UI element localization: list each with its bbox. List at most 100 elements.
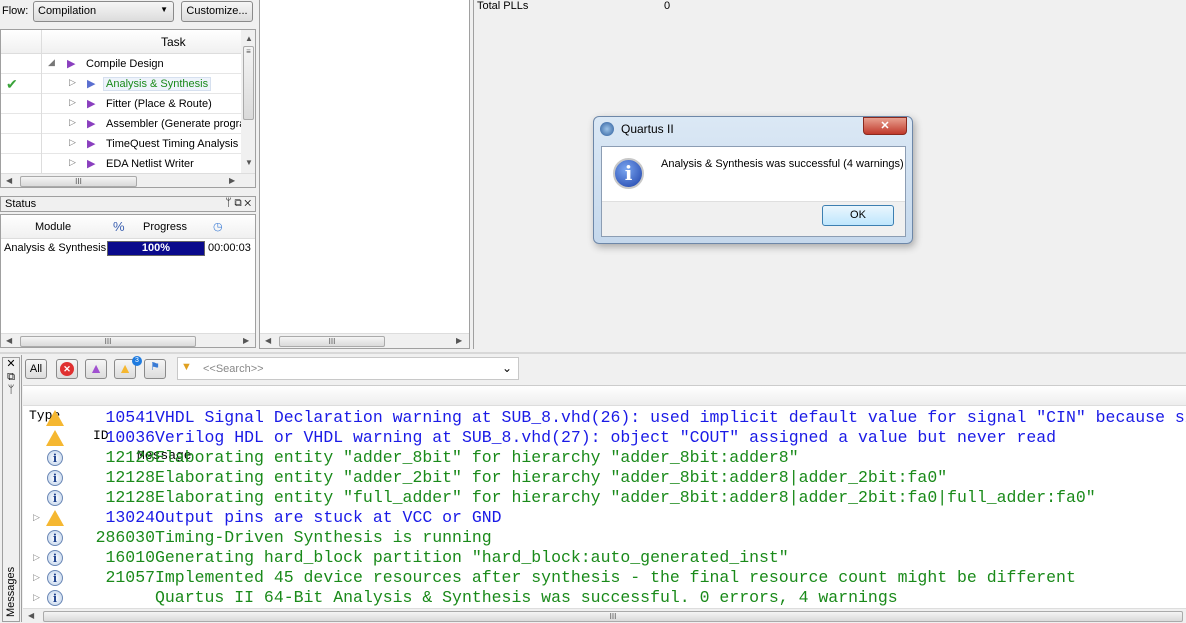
dialog-close-button[interactable]: ✕: [863, 117, 907, 135]
info-icon: i: [47, 590, 63, 606]
message-text: Timing-Driven Synthesis is running: [155, 528, 492, 547]
message-row[interactable]: i 12128 Elaborating entity "adder_2bit" fo…: [1, 468, 1186, 488]
info-icon: i: [47, 470, 63, 486]
col-progress: Progress: [143, 221, 188, 233]
message-row[interactable]: 10541 VHDL Signal Declaration warning at …: [1, 408, 1186, 428]
play-icon[interactable]: ▶: [67, 57, 75, 70]
play-icon[interactable]: ▶: [87, 157, 95, 170]
task-label: Fitter (Place & Route): [106, 98, 212, 110]
message-row[interactable]: i 286030 Timing-Driven Synthesis is runnin…: [1, 528, 1186, 548]
expand-arrow-icon[interactable]: ▷: [69, 117, 76, 128]
info-icon: i: [613, 158, 644, 189]
expand-arrow-icon[interactable]: ▷: [33, 568, 40, 588]
message-text: Implemented 45 device resources after sy…: [155, 568, 1076, 587]
progress-fill: 100%: [108, 242, 204, 255]
task-item[interactable]: ▷ ▶ TimeQuest Timing Analysis: [1, 134, 241, 154]
filter-all-button[interactable]: All: [25, 359, 47, 379]
filter-funnel-icon: ▼: [181, 361, 192, 373]
message-id: 286030: [95, 528, 155, 547]
message-row[interactable]: 10036 Verilog HDL or VHDL warning at SUB_…: [1, 428, 1186, 448]
task-item[interactable]: ◢ ▶ Compile Design: [1, 54, 241, 74]
message-id: 10036: [105, 428, 155, 447]
task-item[interactable]: ▷ ▶ Assembler (Generate programming files): [1, 114, 255, 134]
play-icon[interactable]: ▶: [87, 97, 95, 110]
col-module: Module: [35, 221, 72, 233]
expand-arrow-icon[interactable]: ▷: [69, 157, 76, 168]
task-label: TimeQuest Timing Analysis: [106, 138, 239, 150]
check-icon: ✔: [6, 76, 18, 92]
report-value: 0: [664, 0, 671, 12]
search-placeholder: <<Search>>: [203, 363, 264, 375]
status-hscrollbar[interactable]: ◀ III ▶: [1, 333, 255, 347]
flow-select[interactable]: Compilation ▼: [33, 1, 174, 22]
info-icon: i: [47, 550, 63, 566]
expand-arrow-icon[interactable]: ▷: [69, 77, 76, 88]
message-id: 10541: [105, 408, 155, 427]
message-row[interactable]: ▷ i 16010 Generating hard_block partition "…: [1, 548, 1186, 568]
expand-arrow-icon[interactable]: ▷: [33, 508, 40, 528]
collapse-arrow-icon[interactable]: ◢: [48, 57, 55, 68]
play-icon[interactable]: ▶: [87, 117, 95, 130]
quartus-logo-icon: [600, 122, 614, 136]
task-label: Compile Design: [86, 58, 164, 70]
message-hscrollbar[interactable]: ◀ III: [23, 608, 1186, 623]
message-id: 12128: [105, 488, 155, 507]
flow-value: Compilation: [38, 5, 97, 17]
warning-icon: [46, 430, 64, 446]
task-hscrollbar[interactable]: ◀ III ▶: [1, 173, 255, 187]
task-label: Assembler (Generate programming files): [106, 118, 255, 130]
task-label: Analysis & Synthesis: [102, 77, 212, 91]
clock-icon: ◷: [213, 221, 223, 233]
message-text: Quartus II 64-Bit Analysis & Synthesis w…: [155, 588, 898, 607]
expand-arrow-icon[interactable]: ▷: [69, 97, 76, 108]
task-item[interactable]: ✔ ▷ ▶ Analysis & Synthesis: [1, 74, 241, 94]
message-row[interactable]: i 12128 Elaborating entity "adder_8bit" fo…: [1, 448, 1186, 468]
message-row[interactable]: i 12128 Elaborating entity "full_adder" fo…: [1, 488, 1186, 508]
task-item[interactable]: ▷ ▶ EDA Netlist Writer: [1, 154, 241, 174]
expand-arrow-icon[interactable]: ▷: [33, 588, 40, 608]
pin-float-close-icons[interactable]: ᛘ ⧉ ✕: [225, 197, 251, 209]
message-row[interactable]: ▷ 13024 Output pins are stuck at VCC or GN…: [1, 508, 1186, 528]
message-row[interactable]: ▷ i 21057 Implemented 45 device resources a…: [1, 568, 1186, 588]
hierarchy-panel: ◀ III ▶: [259, 0, 470, 349]
hierarchy-hscrollbar[interactable]: ◀ III ▶: [260, 333, 469, 348]
expand-arrow-icon[interactable]: ▷: [33, 548, 40, 568]
ok-button[interactable]: OK: [822, 205, 894, 226]
play-icon[interactable]: ▶: [87, 137, 95, 150]
task-panel: Task ◢ ▶ Compile Design ✔ ▷ ▶ Analysis & Synth…: [0, 29, 256, 188]
play-icon[interactable]: ▶: [87, 77, 95, 90]
search-field[interactable]: ▼ <<Search>> ⌄: [177, 357, 519, 380]
filter-critical-button[interactable]: ▲: [85, 359, 107, 379]
message-text: Elaborating entity "full_adder" for hier…: [155, 488, 1096, 507]
message-text: Verilog HDL or VHDL warning at SUB_8.vhd…: [155, 428, 1057, 447]
filter-suppressed-button[interactable]: ⚑: [144, 359, 166, 379]
expand-arrow-icon[interactable]: ▷: [69, 137, 76, 148]
info-icon: i: [47, 530, 63, 546]
status-module: Analysis & Synthesis: [4, 242, 107, 254]
message-row[interactable]: ▷ i Quartus II 64-Bit Analysis & Synthesis…: [1, 588, 1186, 608]
message-text: Generating hard_block partition "hard_bl…: [155, 548, 789, 567]
dialog-title: Quartus II: [621, 122, 674, 136]
col-percent: %: [113, 219, 125, 234]
chevron-down-icon[interactable]: ⌄: [502, 361, 512, 375]
close-float-pin-icons[interactable]: ✕ ⧉ ᛘ: [3, 358, 19, 397]
info-icon: i: [47, 570, 63, 586]
customize-button[interactable]: Customize...: [181, 1, 253, 22]
report-label: Total PLLs: [477, 0, 529, 12]
message-id: 12128: [105, 468, 155, 487]
warning-icon: [46, 510, 64, 526]
filter-error-button[interactable]: ✕: [56, 359, 78, 379]
warning-icon: ▲: [118, 360, 132, 376]
info-icon: i: [47, 450, 63, 466]
warning-icon: [46, 410, 64, 426]
status-panel: Module % Progress ◷ Analysis & Synthesis…: [0, 214, 256, 348]
message-id: 12128: [105, 448, 155, 467]
message-id: 13024: [105, 508, 155, 527]
task-vscrollbar[interactable]: ▲ ≡ ▼: [241, 30, 255, 173]
task-label: EDA Netlist Writer: [106, 158, 194, 170]
status-title: Status: [5, 198, 37, 210]
chevron-down-icon: ▼: [160, 5, 168, 14]
dialog-body: i Analysis & Synthesis was successful (4…: [601, 146, 906, 237]
task-item[interactable]: ▷ ▶ Fitter (Place & Route): [1, 94, 241, 114]
critical-warning-icon: ▲: [89, 360, 103, 376]
